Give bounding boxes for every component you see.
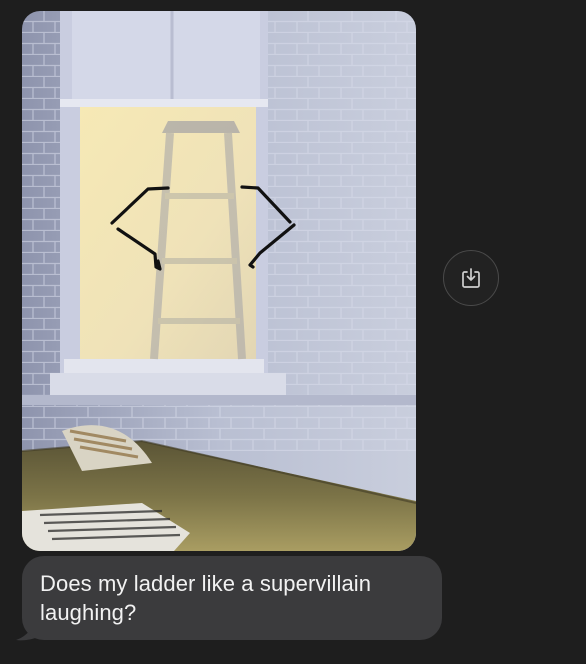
message-text: Does my ladder like a supervillain laugh… xyxy=(40,571,372,625)
window-upper-pane xyxy=(72,11,260,101)
save-to-downloads-button[interactable] xyxy=(443,250,499,306)
save-to-downloads-icon xyxy=(462,268,480,288)
photo-attachment[interactable] xyxy=(22,11,416,551)
photo-image xyxy=(22,11,416,551)
window-sill xyxy=(50,373,286,395)
chat-window: Does my ladder like a supervillain laugh… xyxy=(0,0,586,664)
message-bubble[interactable]: Does my ladder like a supervillain laugh… xyxy=(22,556,442,640)
